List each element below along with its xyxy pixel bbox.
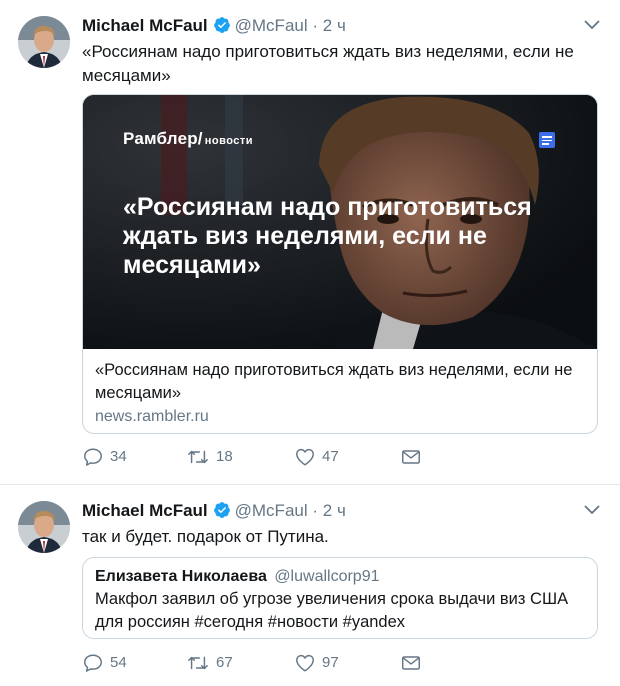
like-count: 97 <box>322 654 339 671</box>
avatar[interactable] <box>18 16 70 68</box>
reply-count: 34 <box>110 448 127 465</box>
tweet-text: так и будет. подарок от Путина. <box>82 527 329 546</box>
rambler-logo: Рамблер/новости <box>123 129 253 149</box>
reply-count: 54 <box>110 654 127 671</box>
verified-badge-icon <box>213 17 230 33</box>
tweet-header: Michael McFaul @McFaul · 2 ч <box>82 499 600 525</box>
author-name[interactable]: Michael McFaul <box>82 16 208 35</box>
rambler-brand: Рамблер/ <box>123 129 203 148</box>
reply-button[interactable]: 54 <box>82 651 127 675</box>
retweet-count: 18 <box>216 448 233 465</box>
author-name[interactable]: Michael McFaul <box>82 501 208 520</box>
reply-button[interactable]: 34 <box>82 445 127 469</box>
tweet-2[interactable]: Michael McFaul @McFaul · 2 ч так и будет.… <box>0 484 620 686</box>
quoted-tweet-text: Макфол заявил об угрозе увеличения срока… <box>95 590 569 631</box>
document-icon <box>539 132 555 148</box>
tweet-header: Michael McFaul @McFaul · 2 ч <box>82 14 600 40</box>
author-handle[interactable]: @McFaul <box>235 16 308 35</box>
card-body: «Россиянам надо приготовиться ждать виз … <box>83 349 597 428</box>
envelope-icon <box>402 656 420 670</box>
card-image-headline: «Россиянам надо приготовиться ждать виз … <box>123 193 532 279</box>
card-title: «Россиянам надо приготовиться ждать виз … <box>95 361 573 402</box>
separator-dot: · <box>312 16 319 35</box>
retweet-button[interactable]: 67 <box>186 651 233 675</box>
card-domain: news.rambler.ru <box>95 408 209 425</box>
timestamp[interactable]: 2 ч <box>323 16 346 35</box>
retweet-icon <box>188 656 208 670</box>
separator-dot: · <box>312 501 319 520</box>
rambler-brand-sub: новости <box>204 135 254 147</box>
chevron-down-icon[interactable] <box>584 505 600 515</box>
envelope-icon <box>402 450 420 464</box>
heart-icon <box>296 448 314 466</box>
like-count: 47 <box>322 448 339 465</box>
quoted-author-name: Елизавета Николаева <box>95 568 267 585</box>
card-image: Рамблер/новости «Россиянам надо приготов… <box>83 95 597 349</box>
retweet-count: 67 <box>216 654 233 671</box>
reply-icon <box>84 448 102 466</box>
link-card[interactable]: Рамблер/новости «Россиянам надо приготов… <box>82 94 598 434</box>
tweet-actions: 34 18 47 <box>82 445 580 469</box>
chevron-down-icon[interactable] <box>584 20 600 30</box>
direct-message-button[interactable] <box>400 651 422 675</box>
author-handle[interactable]: @McFaul <box>235 501 308 520</box>
heart-icon <box>296 654 314 672</box>
timestamp[interactable]: 2 ч <box>323 501 346 520</box>
like-button[interactable]: 97 <box>294 651 339 675</box>
quoted-tweet-header: Елизавета Николаева @luwallcorp91 <box>95 566 585 588</box>
avatar[interactable] <box>18 501 70 553</box>
like-button[interactable]: 47 <box>294 445 339 469</box>
retweet-icon <box>188 450 208 464</box>
direct-message-button[interactable] <box>400 445 422 469</box>
tweet-1[interactable]: Michael McFaul @McFaul · 2 ч «Россиянам н… <box>0 0 620 484</box>
verified-badge-icon <box>213 502 230 518</box>
tweet-text: «Россиянам надо приготовиться ждать виз … <box>82 42 574 85</box>
reply-icon <box>84 654 102 672</box>
quoted-author-handle: @luwallcorp91 <box>274 568 380 585</box>
tweet-actions: 54 67 97 <box>82 651 580 675</box>
quoted-tweet[interactable]: Елизавета Николаева @luwallcorp91 Макфол… <box>82 557 598 639</box>
retweet-button[interactable]: 18 <box>186 445 233 469</box>
